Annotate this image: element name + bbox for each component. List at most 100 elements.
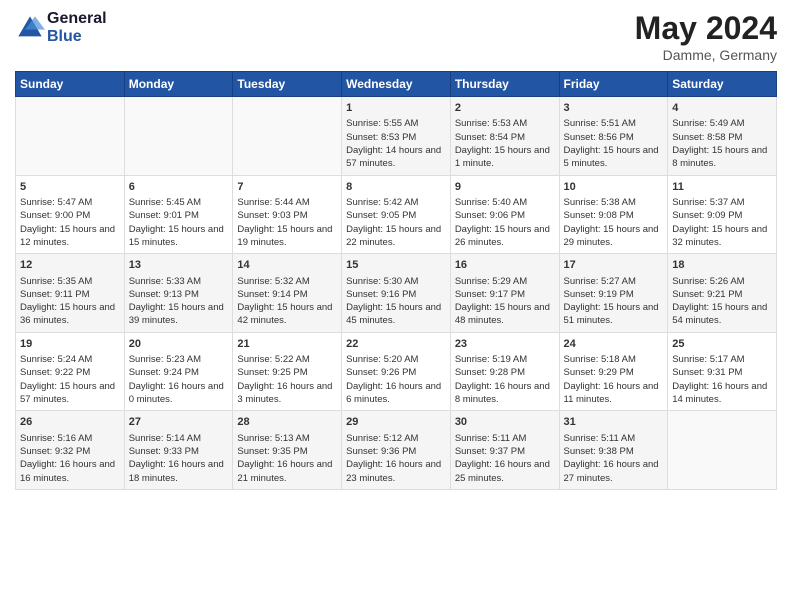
sunrise-text: Sunrise: 5:44 AM <box>237 197 309 208</box>
calendar-cell-w4-d0: 26Sunrise: 5:16 AMSunset: 9:32 PMDayligh… <box>16 411 125 490</box>
calendar-cell-w4-d3: 29Sunrise: 5:12 AMSunset: 9:36 PMDayligh… <box>342 411 451 490</box>
calendar-cell-w4-d6 <box>668 411 777 490</box>
sunset-text: Sunset: 9:26 PM <box>346 367 416 378</box>
calendar-cell-w3-d0: 19Sunrise: 5:24 AMSunset: 9:22 PMDayligh… <box>16 332 125 411</box>
sunset-text: Sunset: 9:32 PM <box>20 446 90 457</box>
calendar-cell-w3-d6: 25Sunrise: 5:17 AMSunset: 9:31 PMDayligh… <box>668 332 777 411</box>
day-number: 19 <box>20 337 120 352</box>
day-number: 1 <box>346 101 446 116</box>
daylight-text: Daylight: 16 hours and 25 minutes. <box>455 459 550 483</box>
day-number: 27 <box>129 415 229 430</box>
day-number: 8 <box>346 180 446 195</box>
day-number: 4 <box>672 101 772 116</box>
sunset-text: Sunset: 8:54 PM <box>455 132 525 143</box>
daylight-text: Daylight: 16 hours and 0 minutes. <box>129 381 224 405</box>
sunrise-text: Sunrise: 5:53 AM <box>455 118 527 129</box>
day-number: 26 <box>20 415 120 430</box>
calendar-cell-w4-d1: 27 Sunrise: 5:14 AM Sunset: 9:33 PM Dayligh… <box>124 411 233 490</box>
day-number: 11 <box>672 180 772 195</box>
sunset-text: Sunset: 9:14 PM <box>237 289 307 300</box>
daylight-text: Daylight: 15 hours and 15 minutes. <box>129 224 224 248</box>
sunrise-text: Sunrise: 5:20 AM <box>346 354 418 365</box>
daylight-text: Daylight: 16 hours and 23 minutes. <box>346 459 441 483</box>
daylight-text: Daylight: 15 hours and 32 minutes. <box>672 224 767 248</box>
week-row-0: 1 Sunrise: 5:55 AM Sunset: 8:53 PM Daylight… <box>16 97 777 176</box>
sunrise-text: Sunrise: 5:47 AM <box>20 197 92 208</box>
sunrise-text: Sunrise: 5:24 AM <box>20 354 92 365</box>
daylight-text: Daylight: 16 hours and 6 minutes. <box>346 381 441 405</box>
sunset-text: Sunset: 9:03 PM <box>237 210 307 221</box>
day-number: 5 <box>20 180 120 195</box>
sunrise-text: Sunrise: 5:37 AM <box>672 197 744 208</box>
sunset-text: Sunset: 9:28 PM <box>455 367 525 378</box>
sunset-text: Sunset: 9:35 PM <box>237 446 307 457</box>
title-block: May 2024 Damme, Germany <box>635 10 777 63</box>
daylight-text: Daylight: 15 hours and 1 minute. <box>455 145 550 169</box>
sunset-text: Sunset: 9:24 PM <box>129 367 199 378</box>
calendar-cell-w0-d5: 3Sunrise: 5:51 AMSunset: 8:56 PMDaylight… <box>559 97 668 176</box>
day-number: 16 <box>455 258 555 273</box>
day-number: 22 <box>346 337 446 352</box>
header-saturday: Saturday <box>668 72 777 97</box>
calendar-cell-w1-d2: 7Sunrise: 5:44 AMSunset: 9:03 PMDaylight… <box>233 175 342 254</box>
sunrise-text: Sunrise: 5:35 AM <box>20 276 92 287</box>
daylight-text: Daylight: 15 hours and 54 minutes. <box>672 302 767 326</box>
calendar-cell-w0-d2 <box>233 97 342 176</box>
calendar-cell-w1-d4: 9Sunrise: 5:40 AMSunset: 9:06 PMDaylight… <box>450 175 559 254</box>
sunrise-text: Sunrise: 5:42 AM <box>346 197 418 208</box>
calendar-cell-w3-d4: 23Sunrise: 5:19 AMSunset: 9:28 PMDayligh… <box>450 332 559 411</box>
logo: General Blue <box>15 10 107 46</box>
sunrise-text: Sunrise: 5:55 AM <box>346 118 418 129</box>
calendar-cell-w0-d6: 4Sunrise: 5:49 AMSunset: 8:58 PMDaylight… <box>668 97 777 176</box>
location: Damme, Germany <box>635 47 777 63</box>
sunrise-text: Sunrise: 5:19 AM <box>455 354 527 365</box>
calendar-cell-w3-d1: 20Sunrise: 5:23 AMSunset: 9:24 PMDayligh… <box>124 332 233 411</box>
calendar-cell-w3-d2: 21Sunrise: 5:22 AMSunset: 9:25 PMDayligh… <box>233 332 342 411</box>
sunrise-text: Sunrise: 5:14 AM <box>129 433 201 444</box>
daylight-text: Daylight: 15 hours and 42 minutes. <box>237 302 332 326</box>
sunset-text: Sunset: 9:31 PM <box>672 367 742 378</box>
sunset-text: Sunset: 9:13 PM <box>129 289 199 300</box>
sunrise-text: Sunrise: 5:13 AM <box>237 433 309 444</box>
page-container: General Blue May 2024 Damme, Germany Sun… <box>0 0 792 500</box>
calendar-cell-w0-d3: 1 Sunrise: 5:55 AM Sunset: 8:53 PM Daylight… <box>342 97 451 176</box>
day-number: 17 <box>564 258 664 273</box>
day-number: 21 <box>237 337 337 352</box>
day-number: 18 <box>672 258 772 273</box>
day-number: 29 <box>346 415 446 430</box>
sunset-text: Sunset: 9:08 PM <box>564 210 634 221</box>
calendar-cell-w2-d6: 18Sunrise: 5:26 AMSunset: 9:21 PMDayligh… <box>668 254 777 333</box>
calendar-cell-w2-d5: 17Sunrise: 5:27 AMSunset: 9:19 PMDayligh… <box>559 254 668 333</box>
sunset-text: Sunset: 9:38 PM <box>564 446 634 457</box>
calendar-cell-w3-d3: 22 Sunrise: 5:20 AM Sunset: 9:26 PM Dayligh… <box>342 332 451 411</box>
calendar-cell-w0-d1 <box>124 97 233 176</box>
month-year: May 2024 <box>635 10 777 47</box>
calendar-cell-w2-d3: 15Sunrise: 5:30 AMSunset: 9:16 PMDayligh… <box>342 254 451 333</box>
calendar-cell-w4-d4: 30Sunrise: 5:11 AMSunset: 9:37 PMDayligh… <box>450 411 559 490</box>
daylight-text: Daylight: 15 hours and 45 minutes. <box>346 302 441 326</box>
sunrise-text: Sunrise: 5:17 AM <box>672 354 744 365</box>
sunrise-text: Sunrise: 5:32 AM <box>237 276 309 287</box>
day-number: 20 <box>129 337 229 352</box>
calendar-cell-w0-d0 <box>16 97 125 176</box>
daylight-text: Daylight: 16 hours and 11 minutes. <box>564 381 659 405</box>
sunrise-text: Sunrise: 5:11 AM <box>455 433 527 444</box>
sunset-text: Sunset: 9:25 PM <box>237 367 307 378</box>
week-row-4: 26Sunrise: 5:16 AMSunset: 9:32 PMDayligh… <box>16 411 777 490</box>
day-number: 13 <box>129 258 229 273</box>
logo-icon <box>15 13 45 43</box>
sunset-text: Sunset: 9:17 PM <box>455 289 525 300</box>
day-number: 28 <box>237 415 337 430</box>
sunset-text: Sunset: 9:16 PM <box>346 289 416 300</box>
logo-text: General Blue <box>47 10 107 46</box>
sunset-text: Sunset: 8:53 PM <box>346 132 416 143</box>
calendar-cell-w2-d4: 16Sunrise: 5:29 AMSunset: 9:17 PMDayligh… <box>450 254 559 333</box>
calendar-cell-w1-d1: 6Sunrise: 5:45 AMSunset: 9:01 PMDaylight… <box>124 175 233 254</box>
calendar-cell-w3-d5: 24Sunrise: 5:18 AMSunset: 9:29 PMDayligh… <box>559 332 668 411</box>
daylight-text: Daylight: 15 hours and 12 minutes. <box>20 224 115 248</box>
daylight-text: Daylight: 15 hours and 26 minutes. <box>455 224 550 248</box>
days-header-row: Sunday Monday Tuesday Wednesday Thursday… <box>16 72 777 97</box>
daylight-text: Daylight: 16 hours and 18 minutes. <box>129 459 224 483</box>
daylight-text: Daylight: 14 hours and 57 minutes. <box>346 145 441 169</box>
sunset-text: Sunset: 9:33 PM <box>129 446 199 457</box>
